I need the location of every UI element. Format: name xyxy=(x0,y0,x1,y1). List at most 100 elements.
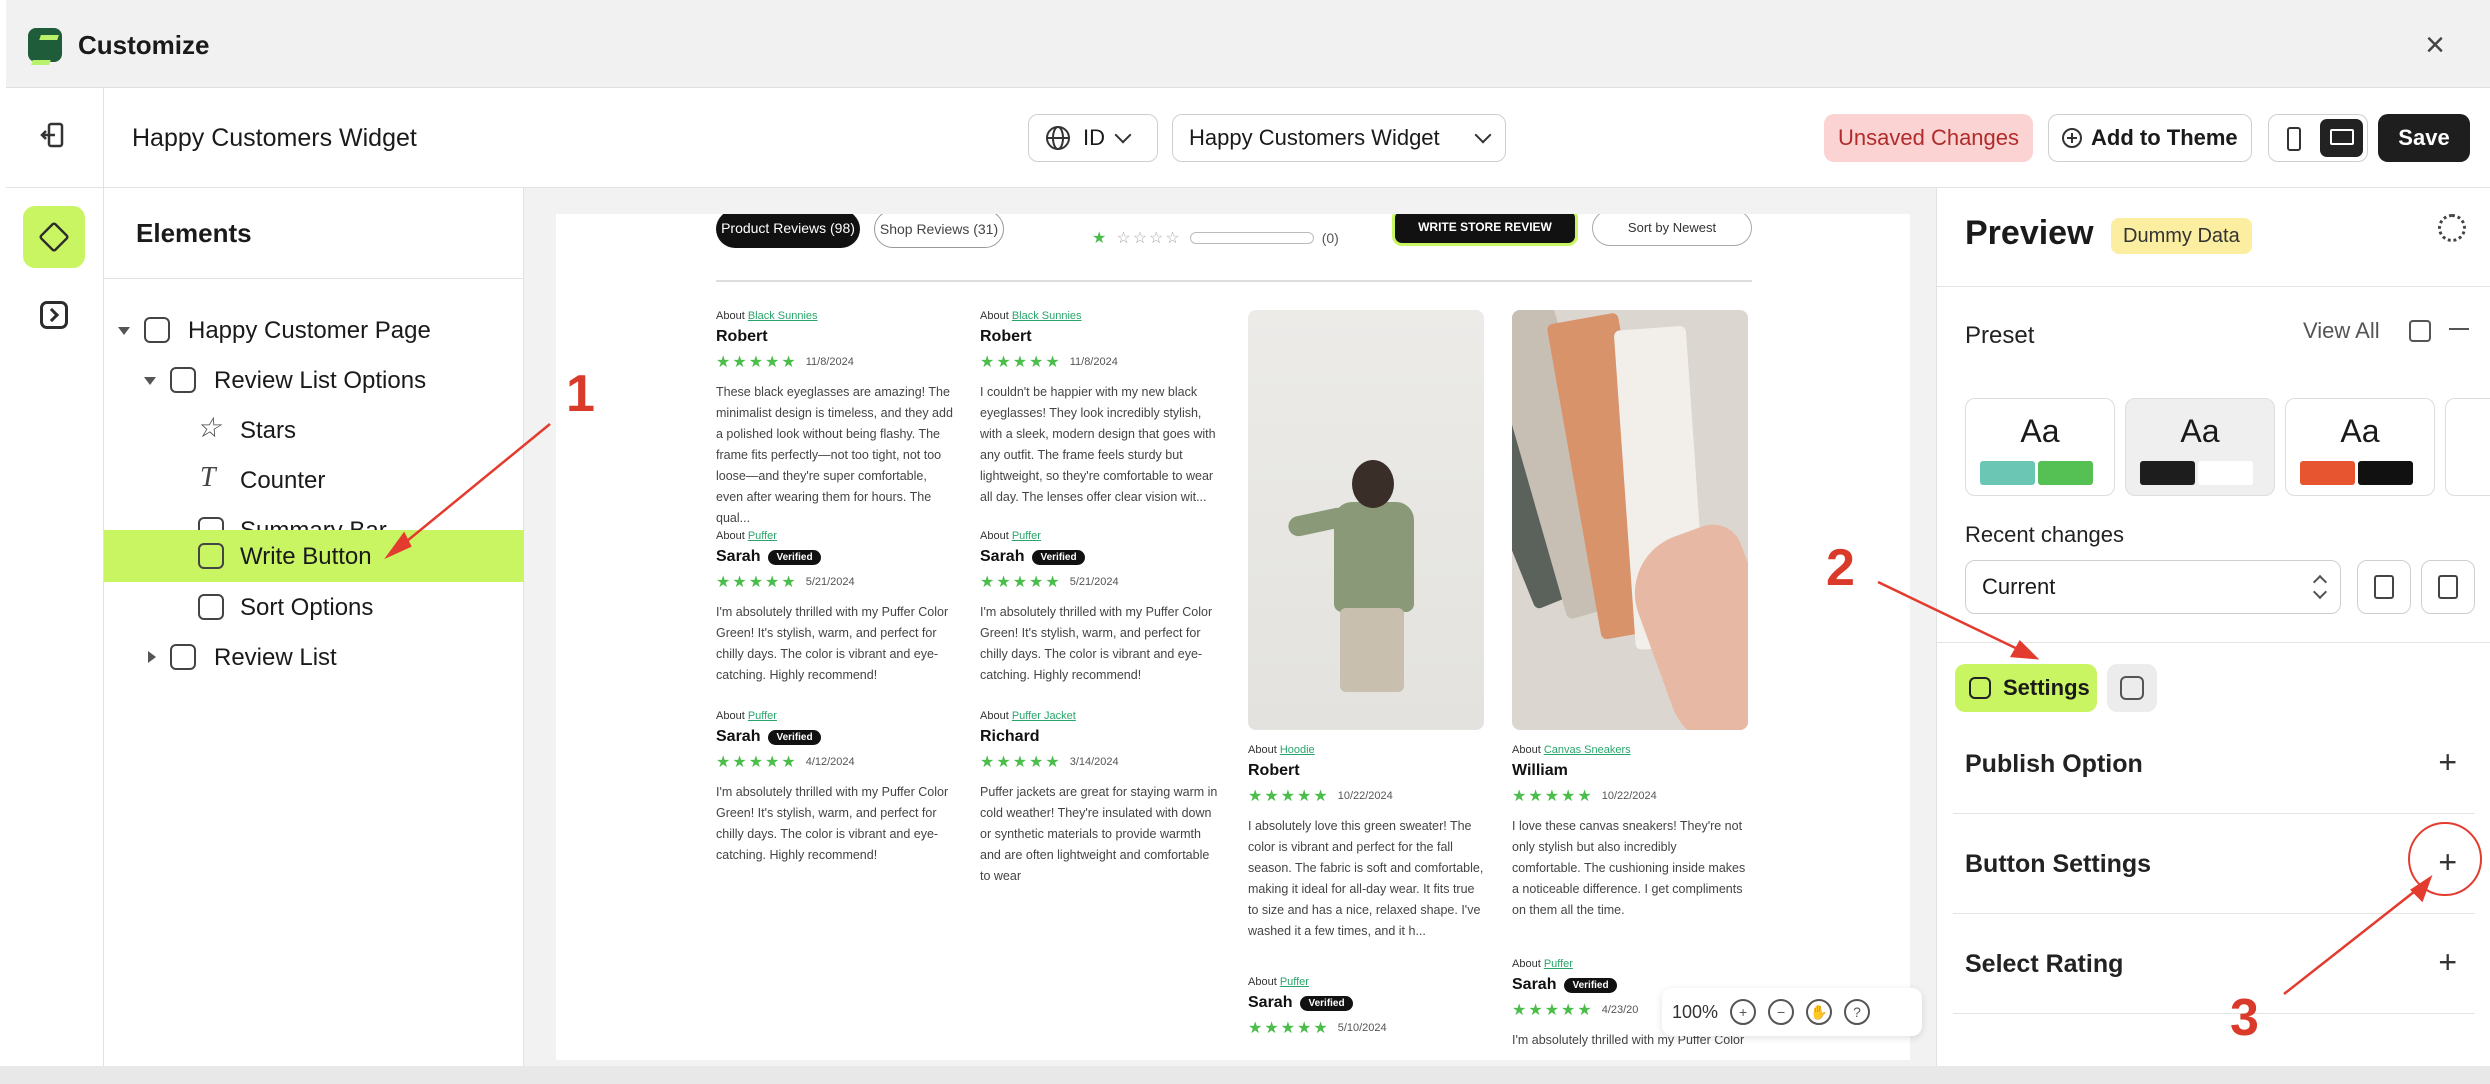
review-date: 10/22/2024 xyxy=(1601,790,1657,802)
product-link[interactable]: Puffer xyxy=(748,710,777,722)
review-about: About Puffer xyxy=(1512,958,1573,970)
tree-item-sort-options[interactable]: Sort Options xyxy=(104,582,524,632)
star-icon: ☆ xyxy=(196,412,222,443)
tree-item-stars[interactable]: ☆ Stars xyxy=(104,405,524,455)
terminal-icon xyxy=(40,301,68,329)
zoom-in-icon[interactable]: + xyxy=(1730,999,1757,1025)
settings-tab-label: Settings xyxy=(2003,675,2090,700)
product-link[interactable]: Black Sunnies xyxy=(748,310,818,322)
language-select[interactable]: ID xyxy=(1028,114,1158,162)
accordion-publish-option[interactable]: Publish Option + xyxy=(1953,714,2475,814)
storefront-preview: Product Reviews (98) Shop Reviews (31) ★… xyxy=(556,214,1910,1060)
caret-down-icon[interactable] xyxy=(144,377,156,385)
hand-icon[interactable]: ✋ xyxy=(1806,999,1833,1025)
tab-translate[interactable] xyxy=(2107,664,2157,712)
accordion-label: Button Settings xyxy=(1965,850,2152,878)
caret-down-icon[interactable] xyxy=(118,327,130,335)
code-rail-button[interactable] xyxy=(23,284,85,346)
preset-sample: Aa xyxy=(2340,413,2380,449)
reviewer-name: Sarah Verified xyxy=(980,548,1220,566)
product-link[interactable]: Puffer xyxy=(1544,958,1573,970)
collapse-icon[interactable] xyxy=(2449,328,2469,330)
tab-product-reviews[interactable]: Product Reviews (98) xyxy=(716,214,860,248)
verified-badge: Verified xyxy=(768,729,821,745)
language-value: ID xyxy=(1083,125,1105,150)
review-photo-swatches[interactable] xyxy=(1512,310,1748,730)
tab-shop-reviews[interactable]: Shop Reviews (31) xyxy=(874,214,1004,248)
product-link[interactable]: Black Sunnies xyxy=(1012,310,1082,322)
product-link[interactable]: Puffer Jacket xyxy=(1012,710,1076,722)
add-to-theme-button[interactable]: Add to Theme xyxy=(2048,114,2252,162)
preset-card[interactable]: Aa xyxy=(2285,398,2435,496)
product-link[interactable]: Canvas Sneakers xyxy=(1544,744,1631,756)
widget-select[interactable]: Happy Customers Widget xyxy=(1172,114,1506,162)
preset-card[interactable]: Aa xyxy=(1965,398,2115,496)
tree-item-counter[interactable]: T Counter xyxy=(104,455,524,505)
summary-bar xyxy=(1189,232,1314,244)
view-all-link[interactable]: View All xyxy=(2303,318,2380,344)
accordion-button-settings[interactable]: Button Settings + xyxy=(1953,814,2475,914)
review-date: 5/21/2024 xyxy=(805,576,855,588)
stars-icon: ★★★★★ xyxy=(1248,788,1330,805)
accordion-select-rating[interactable]: Select Rating + xyxy=(1953,914,2475,1014)
review-photo-kid[interactable] xyxy=(1248,310,1484,730)
tree-item-write-button[interactable]: Write Button xyxy=(104,530,524,582)
stars-icon: ★★★★★ xyxy=(1512,1002,1594,1019)
tree-item-review-list-options[interactable]: Review List Options xyxy=(104,355,524,405)
review-meta: ★★★★★ 5/21/2024 xyxy=(716,572,956,592)
product-link[interactable]: Puffer xyxy=(1012,530,1041,542)
product-link[interactable]: Puffer xyxy=(1280,976,1309,988)
recent-changes-value: Current xyxy=(1982,574,2056,599)
review-text: I'm absolutely thrilled with my Puffer C… xyxy=(980,605,1213,682)
zoom-level: 100% xyxy=(1672,1001,1719,1022)
edit-icon[interactable] xyxy=(2409,320,2431,342)
tree-item-review-list[interactable]: Review List xyxy=(104,632,524,682)
review-meta: ★★★★★ 11/8/2024 xyxy=(716,352,956,372)
divider xyxy=(1937,642,2490,643)
block-icon xyxy=(198,543,224,569)
plus-icon[interactable]: + xyxy=(2438,746,2457,778)
elements-rail-button[interactable] xyxy=(23,206,85,268)
save-button[interactable]: Save xyxy=(2378,114,2470,162)
sort-select[interactable]: Sort by Newest xyxy=(1592,214,1752,246)
preset-sample: Aa xyxy=(2020,413,2060,449)
tree-item-happy-customer-page[interactable]: Happy Customer Page xyxy=(104,305,524,355)
review-card: About Puffer Sarah Verified ★★★★★ 5/10/202… xyxy=(1248,976,1484,1038)
product-link[interactable]: Puffer xyxy=(748,530,777,542)
write-store-review-button[interactable]: WRITE STORE REVIEW xyxy=(1392,214,1578,246)
annotation-number-1: 1 xyxy=(566,365,595,423)
review-meta: ★★★★★ 5/10/2024 xyxy=(1248,1018,1484,1038)
help-icon[interactable]: ? xyxy=(1844,999,1871,1025)
annotation-number-2: 2 xyxy=(1826,539,1855,597)
product-link[interactable]: Hoodie xyxy=(1280,744,1315,756)
annotation-number-3: 3 xyxy=(2230,989,2259,1047)
desktop-view-button[interactable] xyxy=(2320,119,2363,157)
window-title: Customize xyxy=(78,30,210,60)
close-icon[interactable]: × xyxy=(2418,28,2452,62)
empty-stars-icon: ☆☆☆☆ xyxy=(1116,230,1182,247)
exit-icon[interactable] xyxy=(38,120,68,150)
review-text: I couldn't be happier with my new black … xyxy=(980,385,1216,504)
preset-card[interactable]: Aa xyxy=(2125,398,2275,496)
stars-icon: ★★★★★ xyxy=(1248,1020,1330,1037)
exit-column xyxy=(6,88,104,188)
mobile-view-button[interactable] xyxy=(2273,119,2316,157)
review-date: 5/21/2024 xyxy=(1069,576,1119,588)
photo-detail xyxy=(1334,502,1414,612)
caret-right-icon[interactable] xyxy=(148,651,156,663)
tree-item-label: Write Button xyxy=(240,543,372,570)
gear-icon[interactable] xyxy=(2438,214,2466,242)
tab-settings[interactable]: Settings xyxy=(1955,664,2097,712)
reviewer-name: Sarah Verified xyxy=(716,728,956,746)
recent-changes-select[interactable]: Current xyxy=(1965,560,2341,614)
import-button[interactable] xyxy=(2357,560,2411,614)
desktop-icon xyxy=(2330,129,2354,145)
preset-card[interactable] xyxy=(2445,398,2490,496)
cube-icon xyxy=(38,221,70,253)
export-button[interactable] xyxy=(2421,560,2475,614)
review-date: 3/14/2024 xyxy=(1069,756,1119,768)
reviewer-name: Robert xyxy=(1248,762,1300,779)
star-icon: ★ xyxy=(1092,230,1109,247)
zoom-out-icon[interactable]: − xyxy=(1768,999,1795,1025)
plus-icon[interactable]: + xyxy=(2438,946,2457,978)
